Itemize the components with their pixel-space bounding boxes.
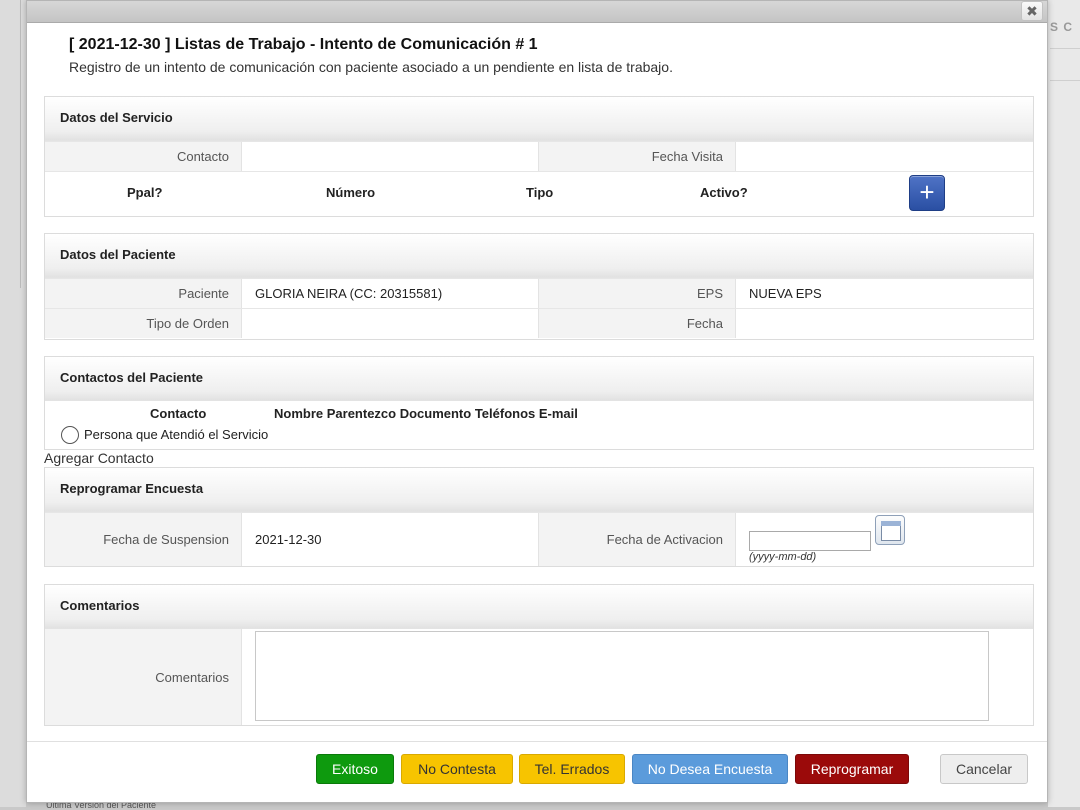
contacts-col-headers: Nombre Parentezco Documento Teléfonos E-… bbox=[274, 406, 578, 421]
phones-header-row: Ppal? Número Tipo Activo? + bbox=[45, 171, 1033, 215]
section-heading: Datos del Servicio bbox=[45, 97, 1033, 141]
paciente-value: GLORIA NEIRA (CC: 20315581) bbox=[242, 279, 539, 308]
contacto-label: Contacto bbox=[45, 142, 242, 171]
cancelar-button[interactable]: Cancelar bbox=[940, 754, 1028, 784]
fecha-visita-label: Fecha Visita bbox=[539, 142, 736, 171]
fecha-activacion-label: Fecha de Activacion bbox=[539, 513, 736, 566]
comentarios-label: Comentarios bbox=[45, 629, 242, 725]
page-subtitle: Registro de un intento de comunicación c… bbox=[69, 59, 673, 75]
contacts-col-contacto: Contacto bbox=[150, 406, 207, 421]
fecha-visita-value bbox=[736, 142, 1033, 171]
background-left-divider bbox=[20, 0, 21, 288]
phones-col-activo: Activo? bbox=[700, 185, 748, 200]
eps-label: EPS bbox=[539, 279, 736, 308]
agregar-contacto-link[interactable]: Agregar Contacto bbox=[44, 450, 154, 466]
exitoso-button[interactable]: Exitoso bbox=[316, 754, 394, 784]
tipo-orden-value bbox=[242, 309, 539, 338]
comentarios-row: Comentarios bbox=[45, 629, 1033, 725]
eps-value: NUEVA EPS bbox=[736, 279, 1033, 308]
section-comentarios: Comentarios Comentarios bbox=[44, 584, 1034, 726]
reprogramar-button[interactable]: Reprogramar bbox=[795, 754, 909, 784]
section-datos-servicio: Datos del Servicio Contacto Fecha Visita… bbox=[44, 96, 1034, 217]
fecha-activacion-cell: (yyyy-mm-dd) bbox=[736, 513, 1033, 566]
comentarios-textarea[interactable] bbox=[255, 631, 989, 721]
section-datos-paciente: Datos del Paciente Paciente GLORIA NEIRA… bbox=[44, 233, 1034, 340]
tel-errados-button[interactable]: Tel. Errados bbox=[519, 754, 625, 784]
form-row: Paciente GLORIA NEIRA (CC: 20315581) EPS… bbox=[45, 278, 1033, 308]
page-title: [ 2021-12-30 ] Listas de Trabajo - Inten… bbox=[69, 36, 538, 53]
section-reprogramar-encuesta: Reprogramar Encuesta Fecha de Suspension… bbox=[44, 467, 1034, 567]
fecha-value bbox=[736, 309, 1033, 338]
contact-radio-label: Persona que Atendió el Servicio bbox=[84, 427, 269, 442]
background-right-strip bbox=[1048, 0, 1080, 807]
background-divider bbox=[1050, 48, 1080, 49]
contacts-table: Contacto Nombre Parentezco Documento Tel… bbox=[45, 401, 1033, 447]
footer-divider bbox=[27, 741, 1047, 742]
no-contesta-button[interactable]: No Contesta bbox=[401, 754, 513, 784]
phones-col-numero: Número bbox=[326, 185, 376, 200]
section-heading: Reprogramar Encuesta bbox=[45, 468, 1033, 512]
contact-radio[interactable] bbox=[61, 426, 79, 444]
section-heading: Datos del Paciente bbox=[45, 234, 1033, 278]
dialog-titlebar[interactable]: ✖ bbox=[27, 1, 1047, 23]
section-contactos-paciente: Contactos del Paciente Contacto Nombre P… bbox=[44, 356, 1034, 450]
calendar-icon[interactable] bbox=[875, 515, 905, 545]
section-heading: Contactos del Paciente bbox=[45, 357, 1033, 401]
background-divider bbox=[1050, 80, 1080, 81]
tipo-orden-label: Tipo de Orden bbox=[45, 309, 242, 338]
background-tab-text: S C bbox=[1050, 20, 1074, 34]
form-row: Contacto Fecha Visita bbox=[45, 141, 1033, 171]
contacto-value bbox=[242, 142, 539, 171]
close-icon[interactable]: ✖ bbox=[1021, 1, 1043, 21]
fecha-label: Fecha bbox=[539, 309, 736, 338]
no-desea-encuesta-button[interactable]: No Desea Encuesta bbox=[632, 754, 788, 784]
fecha-suspension-label: Fecha de Suspension bbox=[45, 513, 242, 566]
add-phone-button[interactable]: + bbox=[909, 175, 945, 211]
form-row: Tipo de Orden Fecha bbox=[45, 308, 1033, 338]
form-row: Fecha de Suspension 2021-12-30 Fecha de … bbox=[45, 512, 1033, 566]
paciente-label: Paciente bbox=[45, 279, 242, 308]
fecha-suspension-value: 2021-12-30 bbox=[242, 513, 539, 566]
date-format-hint: (yyyy-mm-dd) bbox=[749, 551, 817, 563]
phones-col-tipo: Tipo bbox=[526, 185, 554, 200]
fecha-activacion-input[interactable] bbox=[749, 531, 871, 551]
background-left-strip bbox=[0, 0, 26, 807]
phones-col-ppal: Ppal? bbox=[127, 185, 163, 200]
section-heading: Comentarios bbox=[45, 585, 1033, 629]
work-list-dialog: ✖ [ 2021-12-30 ] Listas de Trabajo - Int… bbox=[26, 0, 1048, 803]
